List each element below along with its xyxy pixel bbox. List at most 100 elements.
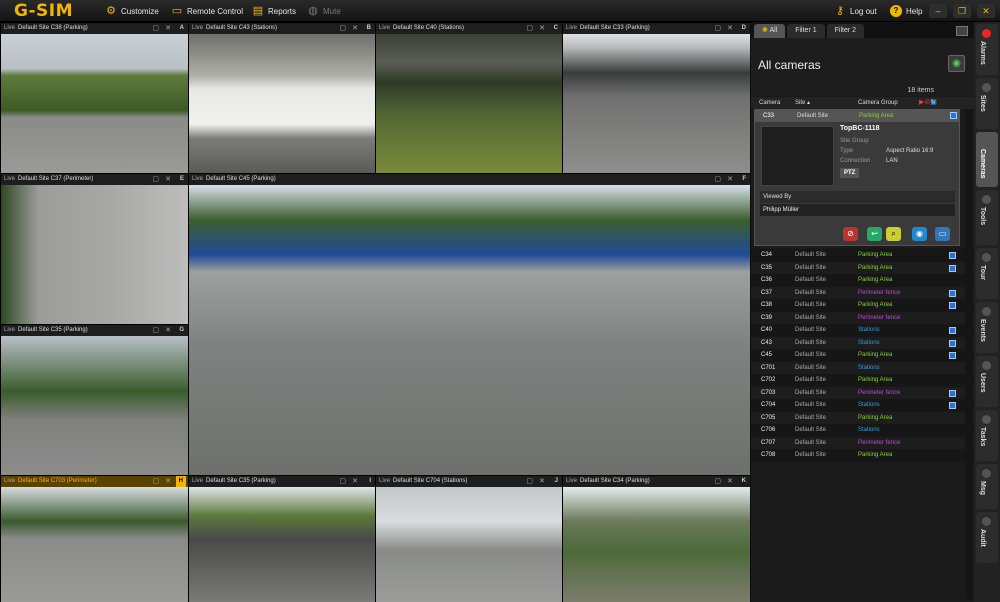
column-group[interactable]: Camera Group bbox=[858, 97, 898, 109]
camera-tile-a[interactable]: Live Default Site C38 (Parking) ▢ ✕ A bbox=[1, 23, 188, 173]
back-icon[interactable]: ↩ bbox=[867, 227, 882, 241]
camera-tile-f[interactable]: Live Default Site C45 (Parking) ▢ ✕ F bbox=[189, 174, 750, 475]
column-site[interactable]: Site ▴ bbox=[795, 97, 810, 109]
camera-video[interactable] bbox=[563, 34, 750, 173]
globe-action-icon[interactable]: ◉ bbox=[912, 227, 927, 241]
camera-tile-b[interactable]: Live Default Site C43 (Stations) ▢ ✕ B bbox=[189, 23, 375, 173]
mute-button[interactable]: ◍ Mute bbox=[307, 0, 341, 22]
close-icon[interactable]: ✕ bbox=[165, 174, 171, 185]
maximize-icon[interactable]: ▢ bbox=[152, 174, 159, 185]
table-row[interactable]: C38 Default Site Parking Area bbox=[751, 299, 974, 312]
maximize-icon[interactable]: ▢ bbox=[152, 23, 159, 34]
close-button[interactable]: ✕ bbox=[977, 4, 995, 18]
rail-tab-alarms[interactable]: Alarms bbox=[976, 24, 998, 75]
row-group: Perimeter fence bbox=[858, 314, 901, 321]
camera-tile-k[interactable]: Live Default Site C34 (Parking) ▢ ✕ K bbox=[563, 476, 750, 602]
close-icon[interactable]: ✕ bbox=[165, 325, 171, 336]
table-row[interactable]: C40 Default Site Stations bbox=[751, 324, 974, 337]
scrollbar[interactable] bbox=[965, 109, 973, 599]
globe-icon[interactable]: ◉ bbox=[948, 55, 965, 72]
column-camera[interactable]: Camera bbox=[759, 97, 780, 109]
rail-tab-tasks[interactable]: Tasks bbox=[976, 410, 998, 461]
row-site: Default Site bbox=[795, 452, 827, 458]
tab-filter-2[interactable]: Filter 2 bbox=[826, 24, 865, 38]
close-icon[interactable]: ✕ bbox=[727, 23, 733, 34]
camera-tile-i[interactable]: Live Default Site C35 (Parking) ▢ ✕ I bbox=[189, 476, 375, 602]
table-row[interactable]: C39 Default Site Perimeter fence bbox=[751, 311, 974, 324]
camera-tile-h[interactable]: Live Default Site C703 (Perimeter) ▢ ✕ H bbox=[1, 476, 188, 602]
help-button[interactable]: ? Help bbox=[890, 0, 922, 22]
rail-tab-cameras[interactable]: Cameras bbox=[976, 132, 998, 187]
tab-filter-2-label: Filter 2 bbox=[834, 27, 857, 34]
maximize-icon[interactable]: ▢ bbox=[152, 325, 159, 336]
maximize-icon[interactable]: ▢ bbox=[714, 174, 721, 185]
restore-button[interactable]: ❐ bbox=[953, 4, 971, 18]
camera-video[interactable] bbox=[1, 34, 188, 173]
camera-video[interactable] bbox=[1, 336, 188, 475]
tab-filter-1[interactable]: Filter 1 bbox=[787, 24, 825, 38]
camera-video[interactable] bbox=[376, 487, 562, 602]
maximize-icon[interactable]: ▢ bbox=[714, 476, 721, 487]
table-row[interactable]: C704 Default Site Stations bbox=[751, 399, 974, 412]
table-row[interactable]: C34 Default Site Parking Area bbox=[751, 249, 974, 262]
rail-tab-tools[interactable]: Tools bbox=[976, 190, 998, 245]
maximize-icon[interactable]: ▢ bbox=[526, 23, 533, 34]
record-icon[interactable]: ⊘ bbox=[843, 227, 858, 241]
zoom-icon[interactable]: ⌕ bbox=[886, 227, 901, 241]
table-row[interactable]: C35 Default Site Parking Area bbox=[751, 261, 974, 274]
close-icon[interactable]: ✕ bbox=[352, 476, 358, 487]
table-row[interactable]: C43 Default Site Stations bbox=[751, 336, 974, 349]
camera-tile-e[interactable]: Live Default Site C37 (Perimeter) ▢ ✕ E bbox=[1, 174, 188, 324]
rail-tab-audit[interactable]: Audit bbox=[976, 512, 998, 563]
maximize-icon[interactable]: ▢ bbox=[339, 23, 346, 34]
minimize-button[interactable]: – bbox=[929, 4, 947, 18]
table-row[interactable]: C708 Default Site Parking Area bbox=[751, 449, 974, 462]
camera-video[interactable] bbox=[189, 34, 375, 173]
camera-tile-g[interactable]: Live Default Site C35 (Parking) ▢ ✕ G bbox=[1, 325, 188, 475]
maximize-icon[interactable]: ▢ bbox=[714, 23, 721, 34]
table-row[interactable]: C37 Default Site Perimeter fence bbox=[751, 286, 974, 299]
maximize-icon[interactable]: ▢ bbox=[526, 476, 533, 487]
rail-tab-sites[interactable]: Sites bbox=[976, 78, 998, 129]
reports-button[interactable]: ▤ Reports bbox=[252, 0, 296, 22]
camera-video[interactable] bbox=[376, 34, 562, 173]
table-row[interactable]: C706 Default Site Stations bbox=[751, 424, 974, 437]
camera-tile-c[interactable]: Live Default Site C40 (Stations) ▢ ✕ C bbox=[376, 23, 562, 173]
remote-control-button[interactable]: ▭ Remote Control bbox=[171, 0, 243, 22]
close-icon[interactable]: ✕ bbox=[165, 476, 171, 487]
table-row[interactable]: C701 Default Site Stations bbox=[751, 361, 974, 374]
camera-tile-d[interactable]: Live Default Site C33 (Parking) ▢ ✕ D bbox=[563, 23, 750, 173]
close-icon[interactable]: ✕ bbox=[539, 23, 545, 34]
camera-video[interactable] bbox=[189, 185, 750, 475]
close-icon[interactable]: ✕ bbox=[165, 23, 171, 34]
logout-button[interactable]: ⚷ Log out bbox=[834, 0, 877, 22]
customize-button[interactable]: ⚙ Customize bbox=[105, 0, 159, 22]
selected-row[interactable]: C33 Default Site Parking Area bbox=[755, 110, 959, 122]
close-icon[interactable]: ✕ bbox=[727, 174, 733, 185]
camera-video[interactable] bbox=[1, 185, 188, 324]
table-row[interactable]: C45 Default Site Parking Area bbox=[751, 349, 974, 362]
row-site: Default Site bbox=[795, 364, 827, 371]
monitor-icon[interactable] bbox=[956, 26, 968, 36]
ptz-button[interactable]: PTZ bbox=[840, 168, 860, 178]
close-icon[interactable]: ✕ bbox=[727, 476, 733, 487]
close-icon[interactable]: ✕ bbox=[539, 476, 545, 487]
maximize-icon[interactable]: ▢ bbox=[152, 476, 159, 487]
tab-all[interactable]: ✺ All bbox=[754, 24, 786, 38]
table-row[interactable]: C705 Default Site Parking Area bbox=[751, 411, 974, 424]
table-row[interactable]: C702 Default Site Parking Area bbox=[751, 374, 974, 387]
camera-video[interactable] bbox=[563, 487, 750, 602]
camera-video[interactable] bbox=[189, 487, 375, 602]
table-row[interactable]: C703 Default Site Perimeter fence bbox=[751, 386, 974, 399]
rail-tab-users[interactable]: Users bbox=[976, 356, 998, 407]
close-icon[interactable]: ✕ bbox=[352, 23, 358, 34]
rail-tab-tour[interactable]: Tour bbox=[976, 248, 998, 299]
rail-tab-events[interactable]: Events bbox=[976, 302, 998, 353]
table-row[interactable]: C707 Default Site Perimeter fence bbox=[751, 436, 974, 449]
camera-video[interactable] bbox=[1, 487, 188, 602]
maximize-icon[interactable]: ▢ bbox=[339, 476, 346, 487]
display-icon[interactable]: ▭ bbox=[935, 227, 950, 241]
camera-tile-j[interactable]: Live Default Site C704 (Stations) ▢ ✕ J bbox=[376, 476, 562, 602]
table-row[interactable]: C36 Default Site Parking Area bbox=[751, 274, 974, 287]
rail-tab-msg[interactable]: Msg bbox=[976, 464, 998, 509]
